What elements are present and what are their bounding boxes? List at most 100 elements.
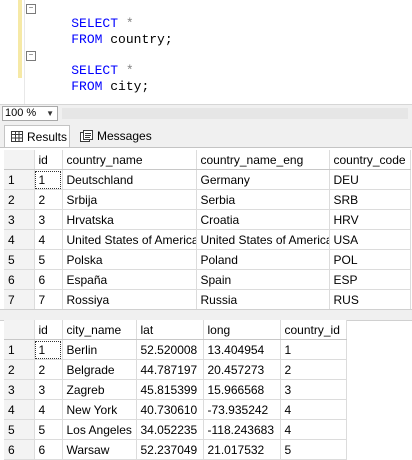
table-cell[interactable]: United States of America [62, 229, 197, 250]
row-number[interactable]: 7 [4, 289, 35, 310]
table-cell[interactable]: Srbija [62, 189, 197, 210]
table-row[interactable]: 3 3 Hrvatska Croatia HRV [4, 209, 411, 230]
table-cell[interactable]: Serbia [196, 189, 330, 210]
table-cell[interactable]: 5 [34, 419, 63, 440]
table-cell[interactable]: 3 [280, 379, 347, 400]
table-cell[interactable]: Polska [62, 249, 197, 270]
table-cell[interactable]: 2 [34, 359, 63, 380]
table-cell[interactable]: Los Angeles [62, 419, 137, 440]
table-cell[interactable]: Belgrade [62, 359, 137, 380]
table-cell[interactable]: Berlin [62, 339, 137, 360]
table-cell[interactable]: 44.787197 [136, 359, 204, 380]
table-cell[interactable]: 1 [34, 169, 63, 190]
table-row[interactable]: 5 5 Los Angeles 34.052235 -118.243683 4 [4, 419, 347, 440]
table-cell[interactable]: 52.520008 [136, 339, 204, 360]
table-cell[interactable]: 6 [34, 439, 63, 460]
table-cell[interactable]: Germany [196, 169, 330, 190]
table-cell[interactable]: ESP [329, 269, 411, 290]
tab-messages[interactable]: Messages [74, 125, 154, 147]
row-number[interactable]: 5 [4, 419, 35, 440]
table-cell[interactable]: Russia [196, 289, 330, 310]
table-cell[interactable]: 2 [34, 189, 63, 210]
row-number[interactable]: 1 [4, 339, 35, 360]
horizontal-scrollbar[interactable] [62, 108, 408, 119]
row-number[interactable]: 3 [4, 209, 35, 230]
tab-results[interactable]: Results [4, 125, 70, 147]
column-header[interactable]: city_name [62, 320, 137, 340]
table-cell[interactable]: Deutschland [62, 169, 197, 190]
table-cell[interactable]: Rossiya [62, 289, 197, 310]
row-number-header[interactable] [4, 320, 35, 340]
column-header[interactable]: country_code [329, 150, 411, 170]
row-number[interactable]: 6 [4, 269, 35, 290]
table-cell[interactable]: Spain [196, 269, 330, 290]
table-cell[interactable]: Zagreb [62, 379, 137, 400]
table-cell[interactable]: HRV [329, 209, 411, 230]
table-cell[interactable]: 40.730610 [136, 399, 204, 420]
results-grid-country[interactable]: id country_name country_name_eng country… [4, 150, 411, 310]
table-cell[interactable]: 6 [34, 269, 63, 290]
collapse-icon[interactable]: − [26, 4, 36, 14]
table-cell[interactable]: 2 [280, 359, 347, 380]
table-cell[interactable]: 21.017532 [203, 439, 281, 460]
table-cell[interactable]: -118.243683 [203, 419, 281, 440]
table-cell[interactable]: 3 [34, 209, 63, 230]
table-cell[interactable]: 1 [34, 339, 63, 360]
row-number[interactable]: 6 [4, 439, 35, 460]
table-cell[interactable]: 4 [280, 419, 347, 440]
collapse-icon[interactable]: − [26, 51, 36, 61]
row-number[interactable]: 5 [4, 249, 35, 270]
table-cell[interactable]: SRB [329, 189, 411, 210]
code-line[interactable]: FROM city; [40, 63, 149, 94]
table-cell[interactable]: Hrvatska [62, 209, 197, 230]
row-number[interactable]: 2 [4, 359, 35, 380]
table-cell[interactable]: 4 [280, 399, 347, 420]
table-cell[interactable]: Poland [196, 249, 330, 270]
table-row[interactable]: 4 4 New York 40.730610 -73.935242 4 [4, 399, 347, 420]
table-cell[interactable]: RUS [329, 289, 411, 310]
table-row[interactable]: 5 5 Polska Poland POL [4, 249, 411, 270]
table-cell[interactable]: 34.052235 [136, 419, 204, 440]
table-row[interactable]: 4 4 United States of America United Stat… [4, 229, 411, 250]
column-header[interactable]: country_id [280, 320, 347, 340]
column-header[interactable]: long [203, 320, 281, 340]
table-row[interactable]: 7 7 Rossiya Russia RUS [4, 289, 411, 310]
table-cell[interactable]: 5 [34, 249, 63, 270]
table-cell[interactable]: 4 [34, 399, 63, 420]
table-cell[interactable]: 4 [34, 229, 63, 250]
row-number-header[interactable] [4, 150, 35, 170]
table-row[interactable]: 6 6 España Spain ESP [4, 269, 411, 290]
table-cell[interactable]: United States of America [196, 229, 330, 250]
table-cell[interactable]: 1 [280, 339, 347, 360]
column-header[interactable]: country_name_eng [196, 150, 330, 170]
table-cell[interactable]: Croatia [196, 209, 330, 230]
table-row[interactable]: 1 1 Deutschland Germany DEU [4, 169, 411, 190]
row-number[interactable]: 2 [4, 189, 35, 210]
table-cell[interactable]: USA [329, 229, 411, 250]
sql-editor[interactable]: − SELECT * FROM country; − SELECT * FROM… [0, 0, 412, 104]
table-row[interactable]: 1 1 Berlin 52.520008 13.404954 1 [4, 339, 347, 360]
table-cell[interactable]: 7 [34, 289, 63, 310]
row-number[interactable]: 4 [4, 399, 35, 420]
table-row[interactable]: 3 3 Zagreb 45.815399 15.966568 3 [4, 379, 347, 400]
table-row[interactable]: 6 6 Warsaw 52.237049 21.017532 5 [4, 439, 347, 460]
table-cell[interactable]: 13.404954 [203, 339, 281, 360]
table-cell[interactable]: DEU [329, 169, 411, 190]
table-row[interactable]: 2 2 Srbija Serbia SRB [4, 189, 411, 210]
zoom-dropdown[interactable]: 100 % ▼ [2, 106, 58, 121]
column-header[interactable]: id [34, 150, 63, 170]
table-cell[interactable]: New York [62, 399, 137, 420]
table-cell[interactable]: 52.237049 [136, 439, 204, 460]
results-grid-city[interactable]: id city_name lat long country_id 1 1 Ber… [4, 320, 347, 460]
table-cell[interactable]: España [62, 269, 197, 290]
table-cell[interactable]: -73.935242 [203, 399, 281, 420]
row-number[interactable]: 3 [4, 379, 35, 400]
table-cell[interactable]: 15.966568 [203, 379, 281, 400]
column-header[interactable]: country_name [62, 150, 197, 170]
column-header[interactable]: lat [136, 320, 204, 340]
table-cell[interactable]: Warsaw [62, 439, 137, 460]
table-cell[interactable]: POL [329, 249, 411, 270]
code-line[interactable]: SELECT * [40, 0, 133, 31]
row-number[interactable]: 4 [4, 229, 35, 250]
code-line[interactable]: SELECT * [40, 47, 133, 78]
